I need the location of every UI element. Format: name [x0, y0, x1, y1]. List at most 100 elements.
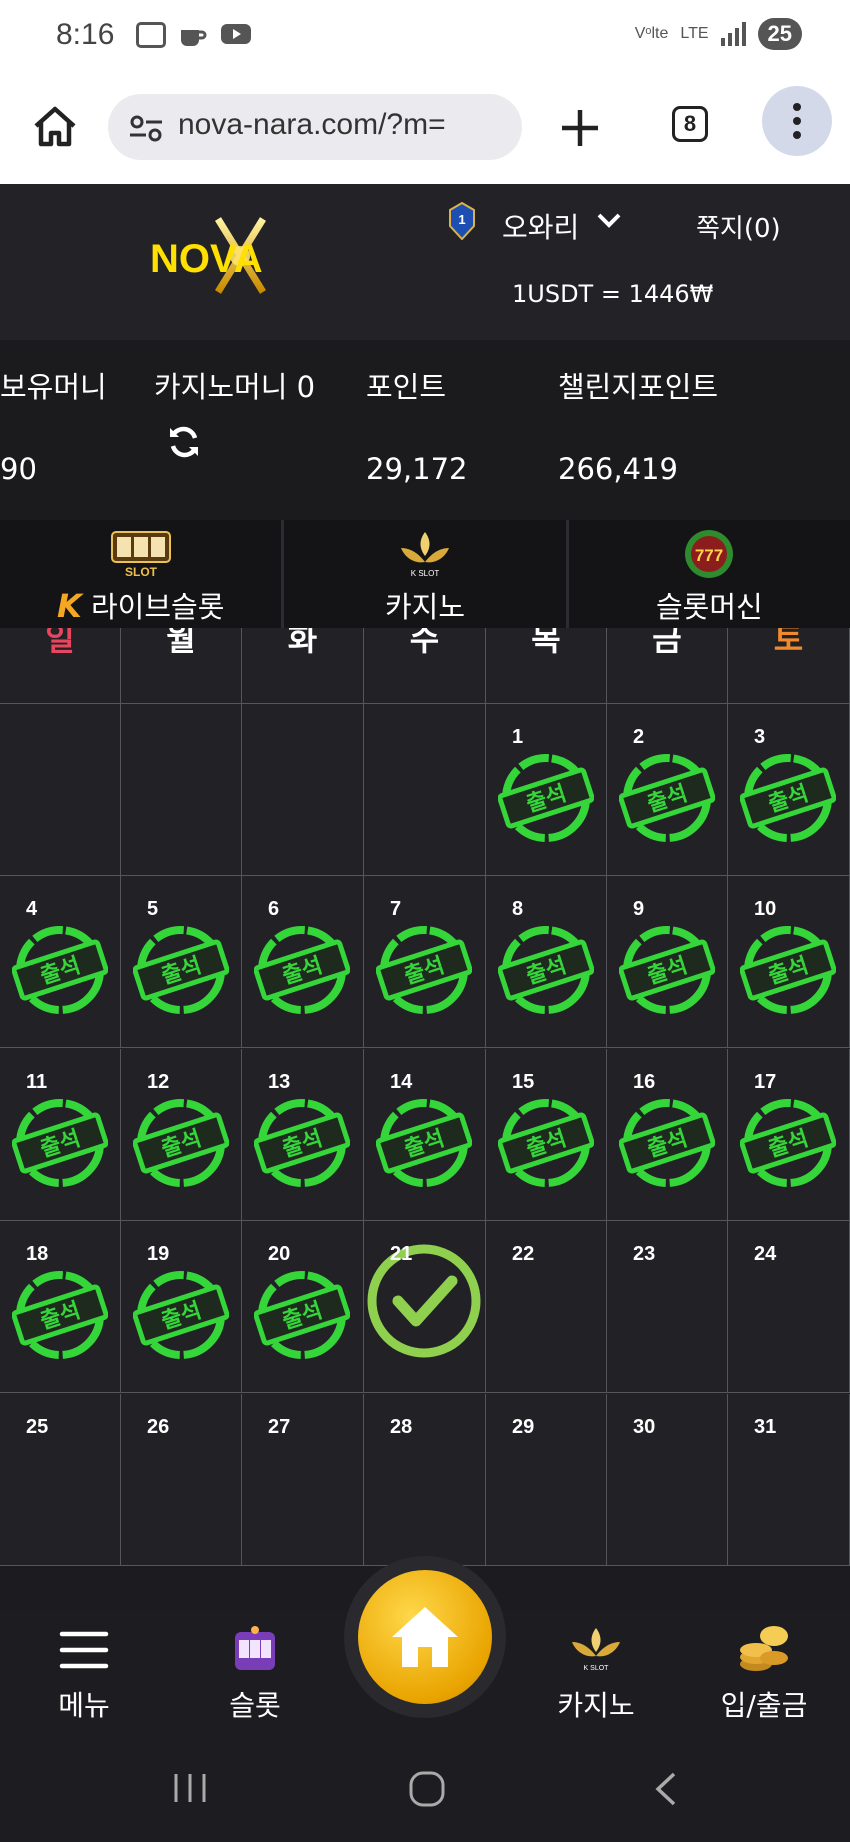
- attendance-stamp-icon: 출석: [498, 926, 594, 1015]
- memo-link[interactable]: 쪽지(0): [696, 208, 781, 245]
- day-number: 28: [390, 1415, 413, 1438]
- refresh-icon[interactable]: [166, 424, 202, 460]
- calendar-day[interactable]: 26: [121, 1393, 242, 1566]
- weekday-1: 월: [121, 628, 242, 704]
- username-dropdown[interactable]: 오와리: [502, 206, 579, 246]
- calendar-day[interactable]: 30: [607, 1393, 728, 1566]
- rank-badge-icon: 1: [449, 202, 475, 240]
- tab-switcher-button[interactable]: 8: [672, 106, 708, 142]
- network-label: LTE: [680, 25, 709, 42]
- logo-text: NOVA: [150, 237, 263, 281]
- calendar-day[interactable]: 31: [728, 1393, 850, 1566]
- day-number: 19: [147, 1243, 170, 1266]
- home-button[interactable]: [344, 1556, 506, 1718]
- calendar-day[interactable]: 1 출석: [486, 704, 607, 876]
- calendar-day[interactable]: 8 출석: [486, 876, 607, 1049]
- attendance-stamp-icon: 출석: [740, 1098, 836, 1187]
- calendar-day[interactable]: 5 출석: [121, 876, 242, 1049]
- day-number: 16: [633, 1070, 656, 1093]
- casino-money-label: 카지노머니 0: [154, 370, 316, 404]
- nav-slot[interactable]: 슬롯: [185, 1624, 325, 1724]
- calendar-day[interactable]: 20 출석: [242, 1221, 364, 1394]
- youtube-icon: [221, 24, 251, 44]
- attendance-stamp-icon: 출석: [376, 1098, 472, 1187]
- new-tab-icon[interactable]: [558, 106, 602, 150]
- nav-casino[interactable]: K SLOT 카지노: [526, 1624, 666, 1724]
- calendar-day[interactable]: 23: [607, 1221, 728, 1394]
- calendar-day[interactable]: 11 출석: [0, 1048, 121, 1221]
- calendar-day[interactable]: 14 출석: [364, 1048, 486, 1221]
- slot-machine-icon: [235, 1626, 275, 1670]
- attendance-stamp-icon: 출석: [619, 1098, 715, 1187]
- day-number: 10: [754, 898, 777, 921]
- day-number: 29: [512, 1415, 535, 1438]
- attendance-stamp-icon: 출석: [12, 1271, 108, 1360]
- svg-text:SLOT: SLOT: [125, 565, 158, 579]
- calendar-day[interactable]: 2 출석: [607, 704, 728, 876]
- calendar-day[interactable]: 10 출석: [728, 876, 850, 1049]
- day-number: 25: [26, 1415, 49, 1438]
- calendar-day[interactable]: 22: [486, 1221, 607, 1394]
- coins-icon: [740, 1626, 788, 1671]
- tab-slot-machine[interactable]: 777 슬롯머신: [569, 520, 850, 628]
- tab-casino[interactable]: K SLOT 카지노: [284, 520, 569, 628]
- today-check-icon: [367, 1244, 481, 1358]
- status-right: Vᵒlte LTE 25: [635, 18, 802, 50]
- url-text[interactable]: nova-nara.com/?m=: [178, 108, 446, 142]
- attendance-stamp-icon: 출석: [12, 1098, 108, 1187]
- calendar-day[interactable]: 9 출석: [607, 876, 728, 1049]
- browser-home-icon[interactable]: [30, 102, 80, 152]
- calendar-day[interactable]: 21: [364, 1221, 486, 1394]
- calendar-day[interactable]: 25: [0, 1393, 121, 1566]
- day-number: 15: [512, 1070, 535, 1093]
- calendar-day[interactable]: 29: [486, 1393, 607, 1566]
- svg-text:1: 1: [458, 212, 465, 227]
- calendar-day[interactable]: 24: [728, 1221, 850, 1394]
- calendar-day[interactable]: 27: [242, 1393, 364, 1566]
- nav-deposit-withdraw[interactable]: 입/출금: [694, 1624, 834, 1724]
- calendar-day[interactable]: 6 출석: [242, 876, 364, 1049]
- attendance-stamp-icon: 출석: [498, 754, 594, 842]
- day-number: 22: [512, 1243, 535, 1266]
- site-settings-icon[interactable]: [128, 114, 164, 142]
- nav-menu[interactable]: 메뉴: [14, 1624, 154, 1724]
- weekday-4: 목: [486, 628, 607, 704]
- attendance-stamp-icon: 출석: [619, 754, 715, 842]
- calendar-day[interactable]: 17 출석: [728, 1048, 850, 1221]
- calendar-day[interactable]: 13 출석: [242, 1048, 364, 1221]
- coffee-icon: [181, 30, 207, 46]
- chevron-down-icon[interactable]: [596, 212, 622, 230]
- status-time: 8:16: [56, 18, 115, 51]
- attendance-stamp-icon: 출석: [254, 1271, 350, 1360]
- day-number: 11: [26, 1070, 48, 1093]
- tab-live-slot[interactable]: SLOT K 라이브슬롯: [0, 520, 285, 628]
- notification-icons: [136, 22, 252, 50]
- home-nav-icon[interactable]: [408, 1770, 446, 1808]
- calendar-day[interactable]: 16 출석: [607, 1048, 728, 1221]
- balance-panel: 보유머니 90 카지노머니 0 포인트 29,172 챌린지포인트 266,41…: [0, 340, 850, 520]
- address-bar[interactable]: nova-nara.com/?m=: [108, 94, 522, 160]
- day-number: 31: [754, 1415, 777, 1438]
- calendar-day[interactable]: 15 출석: [486, 1048, 607, 1221]
- nova-logo[interactable]: NOVA: [148, 214, 318, 294]
- calendar-empty-cell: [242, 704, 364, 876]
- weekday-0: 일: [0, 628, 121, 704]
- calendar-day[interactable]: 3 출석: [728, 704, 850, 876]
- day-number: 7: [390, 898, 402, 921]
- calendar-day[interactable]: 7 출석: [364, 876, 486, 1049]
- calendar-day[interactable]: 4 출석: [0, 876, 121, 1049]
- calendar-day[interactable]: 19 출석: [121, 1221, 242, 1394]
- challenge-point-value: 266,419: [558, 452, 678, 486]
- day-number: 6: [268, 898, 280, 921]
- browser-toolbar: nova-nara.com/?m= 8: [0, 72, 850, 184]
- attendance-stamp-icon: 출석: [740, 926, 836, 1015]
- tab-casino-label: 카지노: [384, 590, 466, 624]
- recent-apps-icon[interactable]: [170, 1770, 210, 1806]
- live-slot-icon: SLOT: [110, 531, 171, 579]
- calendar-day[interactable]: 18 출석: [0, 1221, 121, 1394]
- calendar-day[interactable]: 28: [364, 1393, 486, 1566]
- back-icon[interactable]: [650, 1770, 680, 1808]
- attendance-stamp-icon: 출석: [498, 1098, 594, 1187]
- calendar-day[interactable]: 12 출석: [121, 1048, 242, 1221]
- more-menu-button[interactable]: [762, 86, 832, 156]
